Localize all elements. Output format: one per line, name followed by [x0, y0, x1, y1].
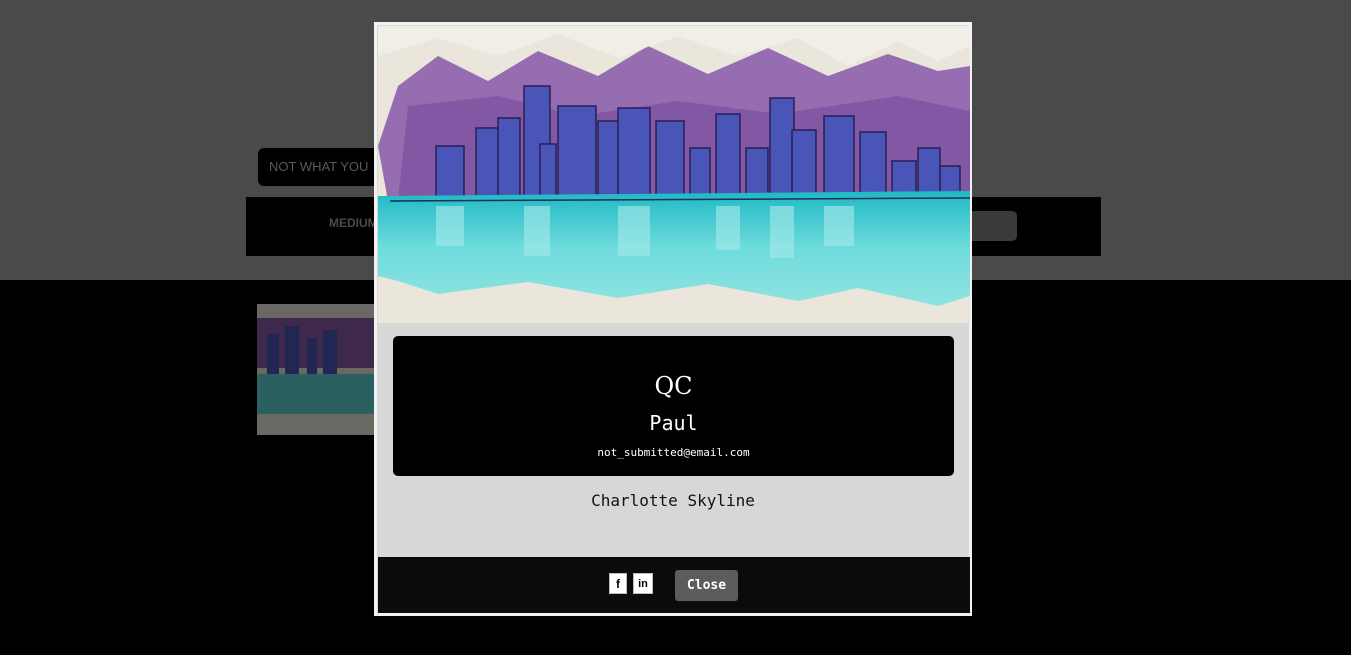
- artist-info-card: QC Paul not_submitted@email.com: [393, 336, 954, 476]
- facebook-icon[interactable]: f: [609, 573, 627, 594]
- artwork-modal: QC Paul not_submitted@email.com Charlott…: [374, 22, 972, 616]
- artist-name: Paul: [649, 411, 698, 435]
- gallery-thumbnail[interactable]: [257, 304, 377, 435]
- charlotte-skyline-illustration: [378, 26, 970, 323]
- artist-code: QC: [654, 372, 693, 400]
- filter-pill-text: NOT WHAT YOU: [269, 159, 369, 174]
- close-button[interactable]: Close: [675, 570, 738, 601]
- medium-filter-label[interactable]: MEDIUM: [329, 216, 378, 230]
- linkedin-icon[interactable]: in: [633, 573, 653, 594]
- artwork-image: [378, 26, 970, 323]
- modal-footer: f in Close: [378, 557, 970, 613]
- artwork-title: Charlotte Skyline: [591, 491, 755, 510]
- artist-email: not_submitted@email.com: [597, 446, 750, 459]
